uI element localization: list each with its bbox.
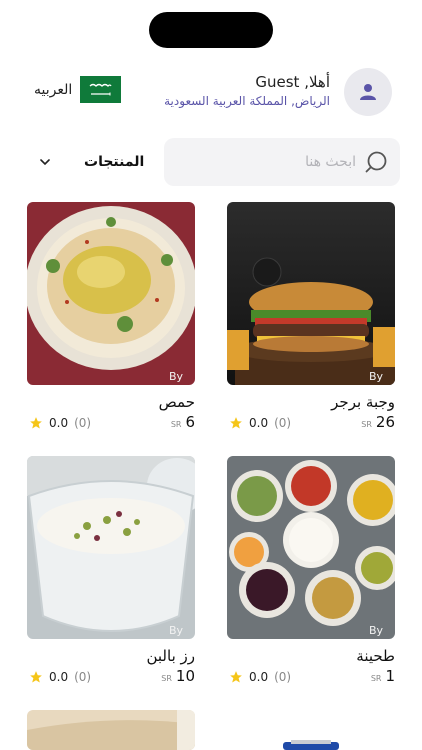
rating-value: 0.0 (49, 416, 69, 430)
product-image[interactable]: By (27, 456, 195, 639)
product-card[interactable]: By وجبة برجر SR 26 0.0 (0) (227, 202, 395, 435)
filter-label: المنتجات (84, 154, 145, 170)
product-image[interactable]: By (227, 456, 395, 639)
review-count: (0) (74, 670, 92, 684)
rating-value: 0.0 (249, 416, 269, 430)
saudi-flag-icon (80, 76, 122, 103)
product-badge: By (368, 370, 383, 383)
search-row: المنتجات (0, 138, 422, 186)
product-card[interactable]: By رز بالبن SR 10 0.0 (0) (27, 456, 195, 689)
product-name: طحينة (356, 647, 395, 665)
review-count: (0) (74, 416, 92, 430)
product-price: SR 10 (161, 667, 195, 685)
product-image[interactable]: By (227, 202, 395, 385)
star-icon (30, 671, 42, 683)
language-label: العربيه (34, 81, 73, 98)
product-badge: By (368, 624, 383, 637)
star-icon (230, 417, 242, 429)
chevron-down-icon (40, 159, 50, 166)
header: أهلا, Guest الرياض, المملكة العربية السع… (0, 62, 422, 122)
review-count: (0) (274, 670, 292, 684)
user-icon (360, 84, 376, 100)
product-name: رز بالبن (146, 647, 195, 665)
review-count: (0) (274, 416, 292, 430)
product-price: SR 6 (171, 413, 195, 431)
rating-value: 0.0 (249, 670, 269, 684)
product-name: حمص (158, 393, 195, 411)
product-price: SR 1 (371, 667, 395, 685)
search-input[interactable] (186, 138, 356, 186)
product-card[interactable]: By حمص SR 6 0.0 (0) (27, 202, 195, 435)
search-icon[interactable] (364, 150, 388, 174)
price-value: 1 (385, 667, 395, 685)
product-rating: 0.0 (0) (29, 670, 91, 684)
product-rating: 0.0 (0) (229, 416, 291, 430)
product-badge: By (168, 370, 183, 383)
star-icon (230, 671, 242, 683)
product-badge: By (168, 624, 183, 637)
price-value: 10 (175, 667, 195, 685)
currency-label: SR (370, 674, 382, 683)
location-text[interactable]: الرياض, المملكة العربية السعودية (164, 92, 330, 110)
price-value: 6 (185, 413, 195, 431)
product-card[interactable] (27, 710, 195, 750)
currency-label: SR (361, 420, 372, 429)
product-image[interactable]: By (27, 202, 195, 385)
product-card[interactable]: By طحينة SR 1 0.0 (0) (227, 456, 395, 689)
camera-notch (149, 12, 273, 48)
greeting-text: أهلا, Guest (255, 73, 330, 91)
products-filter-dropdown[interactable]: المنتجات (40, 138, 144, 186)
price-value: 26 (375, 413, 395, 431)
language-switcher[interactable]: العربيه (34, 76, 122, 103)
product-rating: 0.0 (0) (29, 416, 91, 430)
star-icon (30, 417, 42, 429)
greeting-block: أهلا, Guest الرياض, المملكة العربية السع… (164, 72, 330, 110)
currency-label: SR (161, 674, 172, 683)
product-card[interactable] (227, 710, 395, 750)
avatar[interactable] (344, 68, 392, 116)
product-rating: 0.0 (0) (229, 670, 291, 684)
currency-label: SR (170, 420, 182, 429)
product-image[interactable] (227, 710, 395, 750)
rating-value: 0.0 (49, 670, 69, 684)
product-price: SR 26 (361, 413, 395, 431)
product-name: وجبة برجر (331, 393, 395, 411)
product-image[interactable] (27, 710, 195, 750)
search-bar[interactable] (164, 138, 400, 186)
